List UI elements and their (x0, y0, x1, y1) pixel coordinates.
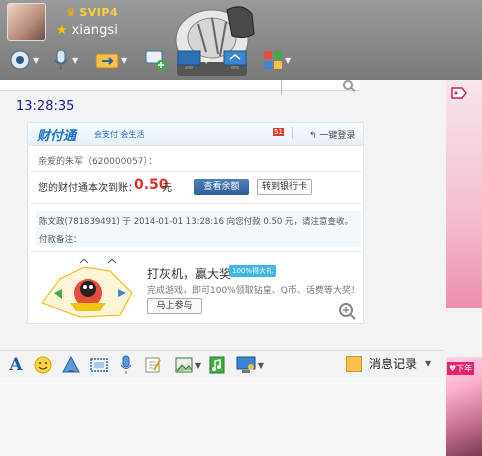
avatar[interactable] (7, 3, 46, 41)
nickname: ★ xiangsi (56, 23, 118, 38)
voice-message-button[interactable] (116, 355, 136, 375)
card-header: 财付通 会支付 会生活 51 ↰ 一键登录 (28, 123, 363, 146)
tenpay-logo: 财付通 (37, 129, 77, 144)
vip-badge[interactable]: ♛ SVIP4 (66, 6, 118, 19)
payment-remark: 付款备注： (39, 235, 82, 245)
microphone-icon (54, 49, 68, 70)
video-call-button[interactable]: ▼ (9, 47, 39, 73)
divider (292, 127, 293, 139)
music-icon (209, 356, 225, 374)
chevron-down-icon: ▼ (194, 360, 202, 370)
remote-desktop-icon (177, 50, 201, 69)
voice-call-button[interactable]: ▼ (52, 47, 78, 73)
amount-unit: 元 (162, 183, 172, 194)
game-promo-image[interactable] (40, 259, 136, 319)
font-icon: A (9, 355, 23, 375)
chevron-down-icon: ▼ (425, 359, 432, 368)
zoom-icon[interactable] (338, 302, 356, 320)
voice-icon (120, 355, 132, 374)
note-icon (145, 357, 161, 373)
payment-detail: 陈文政(781839491) 于 2014-01-01 13:28:16 向您付… (39, 217, 354, 227)
badge: 51 (273, 128, 284, 136)
chevron-down-icon: ▼ (257, 360, 265, 370)
message-history-button[interactable]: 消息记录 ▼ (346, 355, 431, 372)
create-discussion-button[interactable] (145, 47, 167, 73)
message-input[interactable] (0, 377, 444, 456)
chevron-down-icon: ▼ (33, 55, 40, 65)
screen-share-button[interactable]: ▼ (234, 355, 266, 375)
star-icon: ★ (56, 23, 68, 38)
photo-tag: ♥下年 (447, 362, 475, 375)
previous-message-edge (0, 80, 360, 91)
promo-title: 打灰机，赢大奖 (147, 267, 232, 281)
image-icon (175, 357, 193, 373)
one-click-login-link[interactable]: ↰ 一键登录 (309, 128, 355, 141)
chevron-down-icon: ▼ (285, 55, 292, 65)
send-image-button[interactable]: ▼ (172, 355, 204, 375)
folder-transfer-icon (95, 53, 119, 69)
crown-icon: ♛ (66, 6, 77, 19)
chevron-down-icon: ▼ (72, 55, 79, 65)
transfer-to-bank-button[interactable]: 转到银行卡 (257, 179, 312, 195)
screenshot-icon (90, 358, 108, 372)
remote-assist-button[interactable]: ▼ (177, 47, 209, 73)
send-file-button[interactable]: ▼ (95, 47, 127, 73)
slogan: 会支付 会生活 (94, 130, 145, 139)
shake-button[interactable] (60, 355, 82, 375)
emoji-button[interactable] (33, 355, 53, 375)
payment-detail-box: 陈文政(781839491) 于 2014-01-01 13:28:16 向您付… (36, 211, 361, 247)
divider (30, 171, 361, 172)
greeting: 亲爱的朱军（620000057）： (38, 157, 158, 167)
divider (281, 80, 282, 95)
window-header: ♛ SVIP4 ★ xiangsi ▼ ▼ ▼ ▼ ▼ (0, 0, 482, 80)
music-button[interactable] (208, 355, 226, 375)
divider (30, 203, 361, 204)
join-now-button[interactable]: 马上参与 (147, 298, 202, 314)
divider (30, 251, 361, 252)
check-balance-button[interactable]: 查看余额 (194, 179, 249, 195)
add-chat-icon (145, 50, 166, 70)
font-button[interactable]: A (6, 355, 26, 375)
received-label: 您的财付通本次到账： (38, 183, 138, 194)
message-timestamp: 13:28:35 (16, 99, 75, 114)
screen-share-icon (236, 356, 256, 373)
apps-button[interactable]: ▼ (263, 47, 291, 73)
note-button[interactable] (143, 355, 163, 375)
apps-grid-icon (264, 51, 282, 69)
camera-icon (10, 50, 30, 70)
chat-toolbar: ▼ ▼ ▼ ▼ ▼ (0, 44, 310, 76)
zoom-icon[interactable] (340, 80, 358, 92)
promo-description: 完成游戏，即可100%领取钻皇、Q币、话费等大奖！ (147, 286, 360, 296)
chevron-down-icon: ▼ (121, 55, 128, 65)
gift-tag-icon[interactable] (450, 86, 468, 100)
promo-badge: 100%得大礼 (229, 265, 277, 277)
share-screen-button[interactable] (223, 47, 247, 73)
share-screen-icon (223, 50, 247, 69)
shake-icon (62, 356, 80, 373)
chevron-down-icon: ▼ (203, 55, 210, 65)
side-show-banner[interactable] (446, 80, 482, 308)
payment-card[interactable]: 财付通 会支付 会生活 51 ↰ 一键登录 亲爱的朱军（620000057）： … (27, 122, 364, 324)
back-arrow-icon: ↰ (309, 131, 320, 141)
history-icon (346, 355, 362, 372)
emoji-icon (34, 356, 52, 374)
screenshot-button[interactable] (88, 355, 110, 375)
